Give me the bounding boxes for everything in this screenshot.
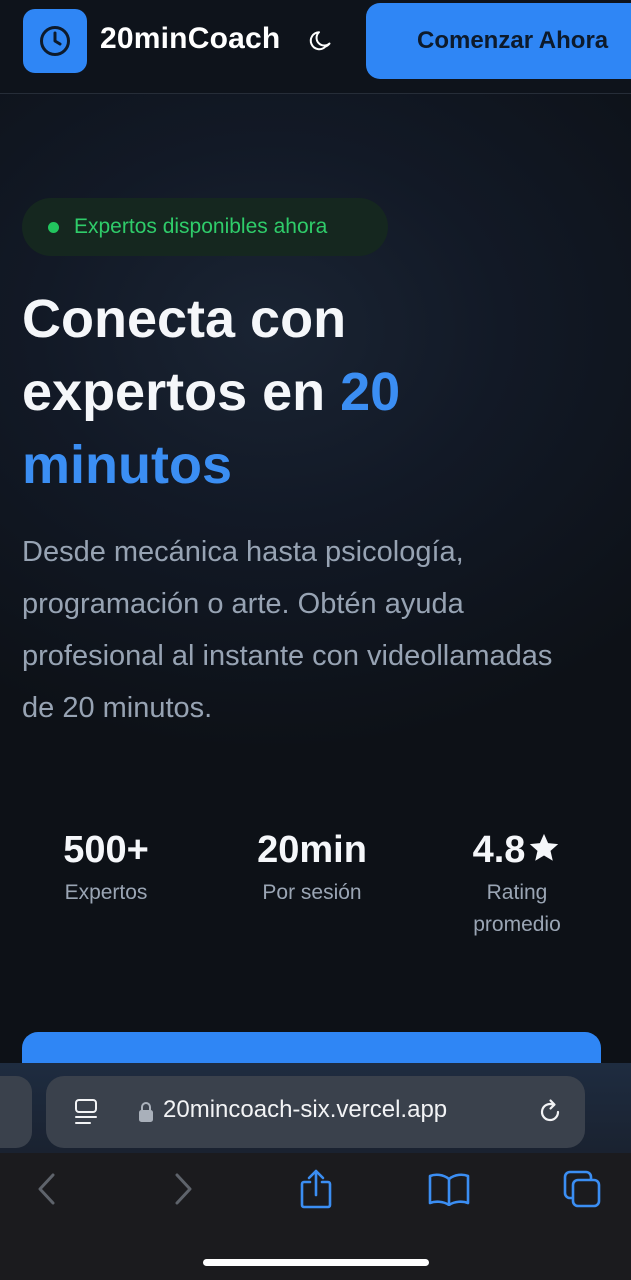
hero-title-line1: Conecta con — [22, 289, 347, 349]
url-text[interactable]: 20mincoach-six.vercel.app — [163, 1096, 447, 1124]
hero-title-line2: expertos en — [22, 362, 341, 422]
chevron-left-icon[interactable] — [34, 1172, 60, 1206]
share-icon[interactable] — [297, 1168, 335, 1210]
clock-icon — [40, 26, 70, 56]
badge-label: Expertos disponibles ahora — [74, 215, 328, 238]
previous-tab-preview[interactable] — [0, 1076, 32, 1148]
tabs-icon[interactable] — [562, 1169, 602, 1209]
availability-badge: Expertos disponibles ahora — [22, 198, 388, 256]
stat-value: 4.8 — [447, 827, 587, 873]
stat-label: Rating promedio — [473, 881, 561, 936]
brand-name[interactable]: 20minCoach — [100, 22, 280, 56]
home-indicator[interactable] — [203, 1259, 429, 1266]
status-dot — [48, 221, 59, 233]
stat-label: Por sesión — [262, 881, 362, 904]
book-icon[interactable] — [427, 1172, 471, 1206]
stat-experts: 500+ Expertos — [46, 827, 166, 909]
site-header: 20minCoach Comenzar Ahora — [0, 0, 631, 94]
stat-value: 500+ — [63, 829, 149, 871]
stat-value: 20min — [257, 829, 367, 871]
chevron-right-icon[interactable] — [170, 1172, 196, 1206]
logo[interactable] — [23, 9, 87, 73]
stat-session: 20min Por sesión — [236, 827, 388, 909]
stat-rating: 4.8 Rating promedio — [447, 827, 587, 941]
rating-value: 4.8 — [472, 829, 526, 871]
lock-icon — [139, 1102, 153, 1122]
star-icon — [530, 833, 559, 861]
reader-icon[interactable] — [73, 1098, 99, 1126]
hero-title: Conecta con expertos en 20 minutos — [22, 283, 612, 502]
hero-title-accent-number: 20 — [340, 362, 401, 422]
stat-label: Expertos — [64, 881, 148, 904]
hero-description: Desde mecánica hasta psicología, program… — [22, 536, 553, 724]
reload-icon[interactable] — [536, 1098, 564, 1126]
start-now-button[interactable]: Comenzar Ahora — [366, 3, 631, 79]
hero-title-accent-word: minutos — [22, 435, 232, 495]
moon-icon[interactable] — [308, 28, 334, 54]
